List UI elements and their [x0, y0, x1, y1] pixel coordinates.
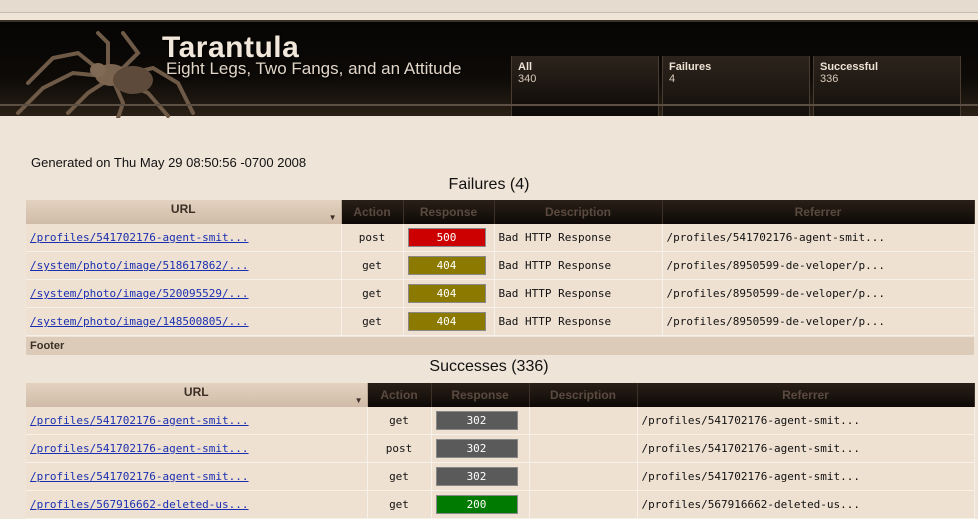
url-link[interactable]: /profiles/541702176-agent-smit...	[30, 231, 249, 244]
response-code-badge: 404	[407, 256, 486, 275]
table-row: /system/photo/image/518617862/... get 40…	[26, 251, 975, 280]
referrer-cell: /profiles/541702176-agent-smit...	[637, 462, 975, 491]
url-link[interactable]: /system/photo/image/520095529/...	[30, 287, 249, 300]
action-cell: post	[341, 224, 404, 252]
description-cell	[529, 434, 638, 463]
referrer-cell: /profiles/541702176-agent-smit...	[637, 434, 975, 463]
col-action-header[interactable]: Action	[367, 383, 432, 407]
url-link[interactable]: /system/photo/image/518617862/...	[30, 259, 249, 272]
col-description-header[interactable]: Description	[529, 383, 638, 407]
description-cell	[529, 490, 638, 519]
col-url-label: URL	[170, 202, 196, 216]
col-response-header[interactable]: Response	[403, 200, 495, 224]
col-url-header[interactable]: URL ▼	[26, 383, 368, 407]
app-tagline: Eight Legs, Two Fangs, and an Attitude	[166, 59, 462, 78]
top-strip	[0, 0, 978, 13]
referrer-cell: /profiles/8950599-de-veloper/p...	[662, 279, 975, 308]
url-link[interactable]: /system/photo/image/148500805/...	[30, 315, 249, 328]
table-row: /profiles/541702176-agent-smit... get 30…	[26, 462, 975, 491]
col-url-header[interactable]: URL ▼	[26, 200, 342, 224]
description-cell: Bad HTTP Response	[494, 307, 663, 336]
col-url-label: URL	[183, 385, 209, 399]
description-cell: Bad HTTP Response	[494, 251, 663, 280]
description-cell: Bad HTTP Response	[494, 224, 663, 252]
table-row: /system/photo/image/520095529/... get 40…	[26, 279, 975, 308]
successes-header-row: URL ▼ Action Response Description Referre…	[26, 383, 975, 407]
response-code-badge: 500	[407, 228, 486, 247]
action-cell: get	[341, 279, 404, 308]
successes-title: Successes (336)	[429, 358, 549, 375]
action-cell: get	[367, 490, 432, 519]
tab-failures[interactable]: Failures 4	[662, 56, 810, 116]
sort-desc-icon[interactable]: ▼	[329, 213, 337, 222]
response-code-badge: 404	[407, 312, 486, 331]
description-cell	[529, 462, 638, 491]
table-row: /profiles/567916662-deleted-us... get 20…	[26, 490, 975, 519]
sort-desc-icon[interactable]: ▼	[355, 396, 363, 405]
referrer-cell: /profiles/541702176-agent-smit...	[662, 224, 975, 252]
failures-title: Failures (4)	[448, 176, 530, 193]
action-cell: post	[367, 434, 432, 463]
table-row: /profiles/541702176-agent-smit... post 3…	[26, 434, 975, 463]
tab-all[interactable]: All 340	[511, 56, 659, 116]
failures-header-row: URL ▼ Action Response Description Referre…	[26, 200, 975, 224]
col-description-header[interactable]: Description	[494, 200, 663, 224]
table-row: /profiles/541702176-agent-smit... get 30…	[26, 407, 975, 435]
col-response-header[interactable]: Response	[431, 383, 530, 407]
tab-failures-label: Failures	[669, 61, 712, 73]
tab-failures-count: 4	[669, 73, 676, 85]
tab-all-label: All	[518, 61, 533, 73]
response-code-badge: 200	[435, 495, 518, 514]
action-cell: get	[367, 462, 432, 491]
referrer-cell: /profiles/541702176-agent-smit...	[637, 407, 975, 435]
url-link[interactable]: /profiles/541702176-agent-smit...	[30, 442, 249, 455]
app-header: Tarantula Eight Legs, Two Fangs, and an …	[0, 20, 978, 118]
response-code-badge: 404	[407, 284, 486, 303]
action-cell: get	[341, 307, 404, 336]
table-row: /profiles/541702176-agent-smit... post 5…	[26, 224, 975, 252]
tab-all-count: 340	[518, 73, 537, 85]
action-cell: get	[367, 407, 432, 435]
table-row: /system/photo/image/148500805/... get 40…	[26, 307, 975, 336]
referrer-cell: /profiles/567916662-deleted-us...	[637, 490, 975, 519]
action-cell: get	[341, 251, 404, 280]
referrer-cell: /profiles/8950599-de-veloper/p...	[662, 251, 975, 280]
url-link[interactable]: /profiles/567916662-deleted-us...	[30, 498, 249, 511]
successes-table: URL ▼ Action Response Description Referre…	[26, 383, 975, 519]
col-referrer-header[interactable]: Referrer	[662, 200, 975, 224]
response-code-badge: 302	[435, 467, 518, 486]
tab-successful-count: 336	[820, 73, 839, 85]
tab-successful-label: Successful	[820, 61, 879, 73]
table-footer: Footer	[26, 337, 974, 355]
response-code-badge: 302	[435, 411, 518, 430]
url-link[interactable]: /profiles/541702176-agent-smit...	[30, 414, 249, 427]
header-divider	[0, 104, 978, 106]
col-referrer-header[interactable]: Referrer	[637, 383, 975, 407]
generated-timestamp: Generated on Thu May 29 08:50:56 -0700 2…	[31, 155, 307, 170]
description-cell: Bad HTTP Response	[494, 279, 663, 308]
col-action-header[interactable]: Action	[341, 200, 404, 224]
url-link[interactable]: /profiles/541702176-agent-smit...	[30, 470, 249, 483]
referrer-cell: /profiles/8950599-de-veloper/p...	[662, 307, 975, 336]
description-cell	[529, 407, 638, 435]
tab-successful[interactable]: Successful 336	[813, 56, 961, 116]
failures-table: URL ▼ Action Response Description Referre…	[26, 200, 975, 336]
response-code-badge: 302	[435, 439, 518, 458]
